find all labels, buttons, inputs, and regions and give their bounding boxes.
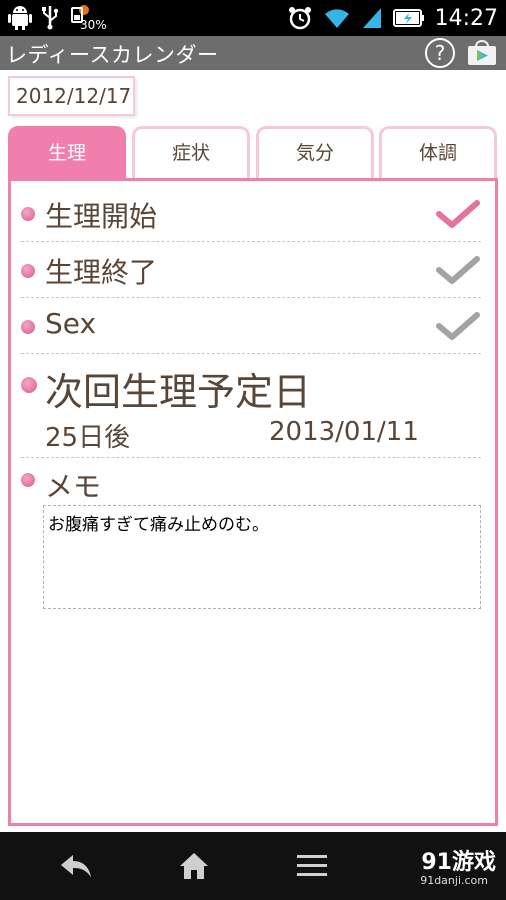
next-period-date: 2013/01/11 [269,417,419,447]
tab-mood[interactable]: 気分 [256,126,374,178]
bullet-icon [21,207,35,221]
wifi-icon [324,9,349,28]
android-debug-icon [8,6,32,30]
divider [21,457,481,458]
bullet-icon [21,377,37,393]
days-until-next-period: 25日後 [45,423,131,453]
back-button[interactable] [46,842,106,890]
sex-row[interactable]: Sex [21,299,481,355]
check-icon[interactable] [435,197,481,231]
main-content: 2012/12/17 生理 症状 気分 体調 生理開始 生理終了 Sex 次回生… [0,70,506,832]
home-button[interactable] [164,842,224,890]
memo-text: お腹痛すぎて痛み止めのむ。 [48,515,269,535]
period-end-row[interactable]: 生理終了 [21,243,481,299]
bullet-icon [21,473,35,487]
play-store-icon[interactable] [466,40,498,66]
status-bar: 30% 14:27 [0,0,506,36]
watermark-brand: 91游戏 [421,850,496,875]
check-icon[interactable] [435,253,481,287]
check-icon[interactable] [435,309,481,343]
app-title: レディースカレンダー [6,43,219,67]
period-start-label: 生理開始 [45,200,158,233]
tab-period[interactable]: 生理 [8,126,126,178]
tab-symptoms[interactable]: 症状 [132,126,250,178]
signal-icon [362,8,381,28]
menu-icon [297,855,327,876]
help-button[interactable]: ? [425,38,455,68]
divider [21,297,481,298]
sex-label: Sex [45,307,97,340]
watermark-url: 91danji.com [420,874,488,887]
action-bar: レディースカレンダー ? [0,36,506,70]
alarm-icon [288,7,311,30]
bullet-icon [21,264,35,278]
battery-percent: 30% [80,18,107,32]
bullet-icon [21,320,35,334]
clock: 14:27 [434,5,498,31]
back-icon [61,855,91,877]
divider [21,353,481,354]
period-panel: 生理開始 生理終了 Sex 次回生理予定日 25日後 2013/01/11 メモ… [8,178,498,826]
period-start-row[interactable]: 生理開始 [21,187,481,243]
navigation-bar: 91游戏 91danji.com [0,832,506,900]
next-period-label: 次回生理予定日 [45,370,312,414]
tab-bar: 生理 症状 気分 体調 [8,126,498,178]
memo-label: メモ [45,470,102,503]
date-selector[interactable]: 2012/12/17 [8,76,135,116]
tab-condition[interactable]: 体調 [379,126,497,178]
next-period-row: 次回生理予定日 25日後 2013/01/11 [21,355,481,459]
usb-icon [42,6,59,30]
period-end-label: 生理終了 [45,256,158,289]
memo-header: メモ [21,461,481,505]
menu-button[interactable] [282,842,342,890]
memo-field[interactable]: お腹痛すぎて痛み止めのむ。 [43,505,481,609]
battery-icon [392,9,424,27]
home-icon [180,853,208,879]
divider [21,241,481,242]
